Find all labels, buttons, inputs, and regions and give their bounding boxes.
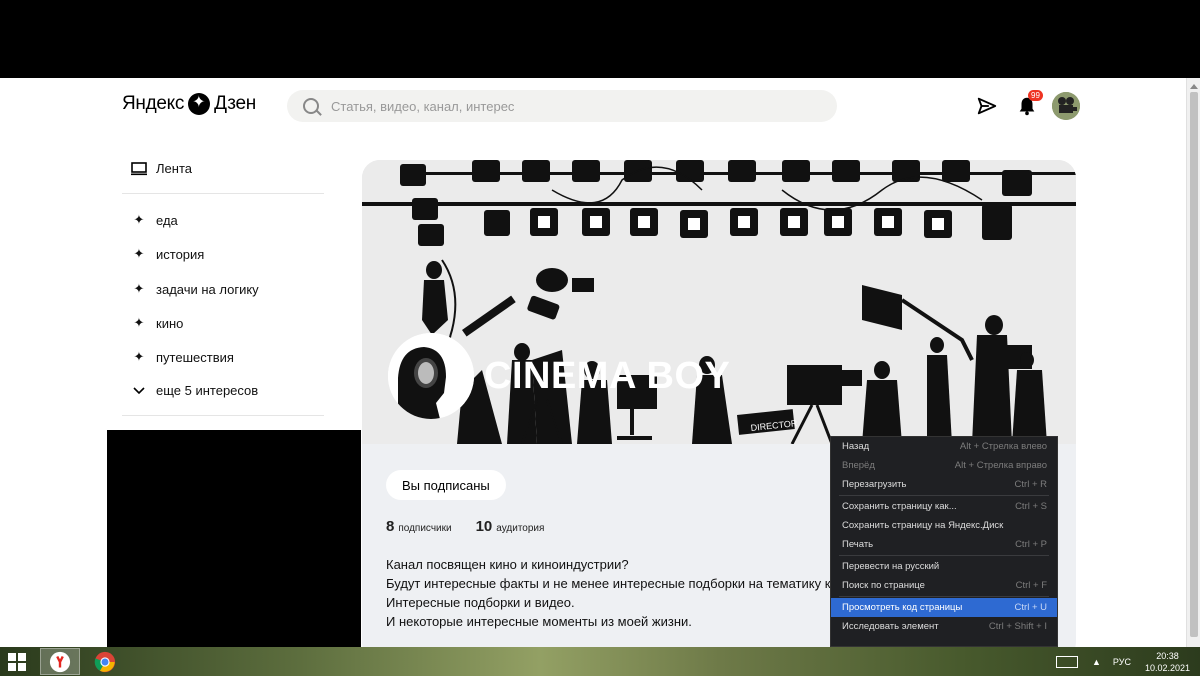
taskbar: ▲ РУС 20:38 10.02.2021 bbox=[0, 647, 1200, 676]
sidebar-more-interests[interactable]: еще 5 интересов bbox=[130, 383, 258, 398]
description-line: Канал посвящен кино и киноиндустрии? bbox=[386, 557, 629, 572]
page-scrollbar[interactable] bbox=[1186, 78, 1200, 647]
camera-avatar-icon bbox=[1052, 92, 1080, 120]
taskbar-yandex-browser[interactable] bbox=[40, 648, 80, 675]
menu-item-save-as[interactable]: Сохранить страницу как... Ctrl + S bbox=[831, 497, 1057, 516]
sidebar-item-label: еда bbox=[156, 212, 178, 228]
sidebar-item-label: путешествия bbox=[156, 349, 234, 365]
black-overlay bbox=[107, 430, 361, 647]
channel-cover: DIRECTOR CINEMA BOY bbox=[362, 160, 1076, 444]
search-bar[interactable] bbox=[287, 90, 837, 122]
menu-item-back[interactable]: Назад Alt + Стрелка влево bbox=[831, 437, 1057, 456]
sidebar-divider bbox=[122, 415, 324, 416]
channel-description: Канал посвящен кино и киноиндустрии? Буд… bbox=[386, 555, 852, 631]
taskbar-chrome[interactable] bbox=[85, 648, 125, 675]
notifications-button[interactable]: 99 bbox=[1016, 90, 1043, 117]
scrollbar-thumb[interactable] bbox=[1190, 92, 1198, 637]
logo-left-text: Яндекс bbox=[122, 93, 185, 114]
send-icon[interactable] bbox=[976, 95, 998, 117]
sidebar-divider bbox=[122, 193, 324, 194]
sparkle-icon: ✦ bbox=[133, 246, 145, 261]
channel-title: CINEMA BOY bbox=[484, 355, 731, 397]
search-icon bbox=[303, 98, 319, 114]
sidebar-item-label: кино bbox=[156, 315, 184, 331]
menu-separator bbox=[839, 596, 1049, 597]
sidebar-item-feed[interactable]: Лента bbox=[130, 161, 192, 176]
chevron-down-icon bbox=[133, 386, 145, 394]
subscribers-count: 8 bbox=[386, 518, 395, 535]
screen: Яндекс Дзен 99 bbox=[0, 0, 1200, 676]
yandex-zen-logo[interactable]: Яндекс Дзен bbox=[122, 92, 256, 115]
clock-time: 20:38 bbox=[1156, 650, 1179, 661]
description-line: Интересные подборки и видео. bbox=[386, 595, 575, 610]
sidebar-item-interest[interactable]: ✦ история bbox=[130, 246, 205, 262]
menu-item-find[interactable]: Поиск по странице Ctrl + F bbox=[831, 576, 1057, 595]
channel-stats: 8 подписчики 10 аудитория bbox=[386, 518, 544, 535]
sparkle-icon: ✦ bbox=[133, 315, 145, 330]
sidebar-item-label: история bbox=[156, 246, 205, 262]
film-set-illustration: DIRECTOR bbox=[362, 160, 1076, 444]
yandex-browser-icon bbox=[49, 651, 71, 672]
clock-date: 10.02.2021 bbox=[1144, 662, 1190, 673]
description-line: Будут интересные факты и не менее интере… bbox=[386, 576, 853, 591]
menu-item-reload[interactable]: Перезагрузить Ctrl + R bbox=[831, 475, 1057, 494]
chrome-icon bbox=[94, 651, 116, 672]
sidebar-item-interest[interactable]: ✦ задачи на логику bbox=[130, 281, 259, 297]
channel-avatar bbox=[388, 333, 474, 419]
language-indicator[interactable]: РУС bbox=[1113, 657, 1131, 667]
menu-separator bbox=[839, 555, 1049, 556]
sidebar-item-label: еще 5 интересов bbox=[156, 383, 259, 398]
menu-item-print[interactable]: Печать Ctrl + P bbox=[831, 535, 1057, 554]
description-line: И некоторые интересные моменты из моей ж… bbox=[386, 614, 692, 629]
sidebar-item-interest[interactable]: ✦ еда bbox=[130, 212, 178, 228]
system-tray: ▲ РУС 20:38 10.02.2021 bbox=[1056, 647, 1190, 676]
menu-item-inspect[interactable]: Исследовать элемент Ctrl + Shift + I bbox=[831, 617, 1057, 636]
logo-right-text: Дзен bbox=[214, 93, 256, 114]
tray-arrow-icon[interactable]: ▲ bbox=[1092, 657, 1101, 667]
windows-start-button[interactable] bbox=[8, 653, 26, 671]
sidebar-item-label: задачи на логику bbox=[156, 281, 259, 297]
sparkle-icon: ✦ bbox=[133, 349, 145, 364]
top-black-area bbox=[0, 0, 1200, 78]
keyboard-icon[interactable] bbox=[1056, 655, 1078, 668]
subscribed-button[interactable]: Вы подписаны bbox=[386, 470, 506, 500]
subscribers-label: подписчики bbox=[398, 523, 452, 534]
sidebar-item-interest[interactable]: ✦ кино bbox=[130, 315, 184, 331]
user-avatar[interactable] bbox=[1052, 92, 1080, 120]
menu-separator bbox=[839, 495, 1049, 496]
audience-label: аудитория bbox=[496, 523, 545, 534]
sparkle-icon: ✦ bbox=[133, 212, 145, 227]
scroll-up-icon[interactable] bbox=[1190, 84, 1198, 89]
menu-item-view-source[interactable]: Просмотреть код страницы Ctrl + U bbox=[831, 598, 1057, 617]
menu-item-forward: Вперёд Alt + Стрелка вправо bbox=[842, 460, 1047, 471]
sidebar-item-interest[interactable]: ✦ путешествия bbox=[130, 349, 234, 365]
header-actions: 99 bbox=[976, 90, 1080, 120]
menu-item-translate[interactable]: Перевести на русский bbox=[831, 557, 1057, 576]
monitor-icon bbox=[131, 161, 147, 175]
audience-count: 10 bbox=[475, 518, 493, 535]
windows-logo-icon bbox=[8, 653, 16, 661]
clock[interactable]: 20:38 10.02.2021 bbox=[1145, 650, 1190, 674]
notification-badge: 99 bbox=[1028, 90, 1043, 101]
portrait-icon bbox=[388, 333, 474, 419]
sidebar-item-label: Лента bbox=[156, 161, 192, 176]
context-menu: Назад Alt + Стрелка влево Вперёд Alt + С… bbox=[830, 436, 1058, 647]
search-input[interactable] bbox=[331, 98, 811, 114]
zen-star-icon bbox=[188, 92, 211, 115]
menu-item-save-to-disk[interactable]: Сохранить страницу на Яндекс.Диск bbox=[831, 516, 1057, 535]
sparkle-icon: ✦ bbox=[133, 281, 145, 296]
